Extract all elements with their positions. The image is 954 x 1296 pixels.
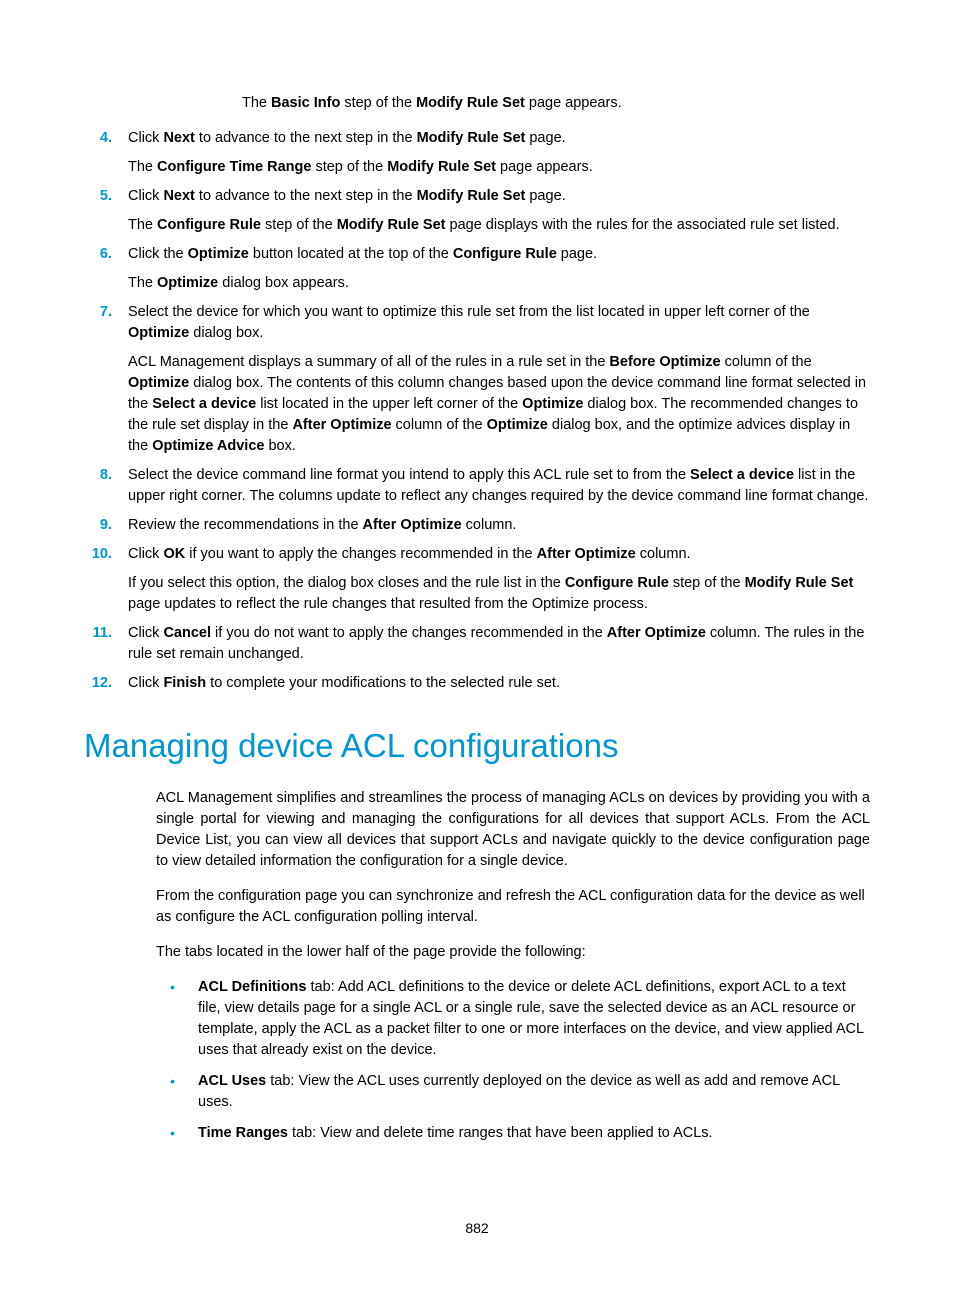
- step-text: Select the device for which you want to …: [128, 302, 870, 344]
- bullet-acl-definitions: ACL Definitions tab: Add ACL definitions…: [156, 977, 870, 1061]
- procedure-steps: 4. Click Next to advance to the next ste…: [84, 128, 870, 694]
- step-text: Click OK if you want to apply the change…: [128, 544, 870, 565]
- step-8: 8. Select the device command line format…: [84, 465, 870, 507]
- step-number: 7.: [84, 302, 112, 323]
- step-7: 7. Select the device for which you want …: [84, 302, 870, 457]
- step-text: The Configure Time Range step of the Mod…: [128, 157, 870, 178]
- intro-paragraph: From the configuration page you can sync…: [156, 886, 870, 928]
- step-text: The Optimize dialog box appears.: [128, 273, 870, 294]
- step-text: Click Cancel if you do not want to apply…: [128, 623, 870, 665]
- step-text: The Configure Rule step of the Modify Ru…: [128, 215, 870, 236]
- step-text: Click Next to advance to the next step i…: [128, 128, 870, 149]
- step-number: 4.: [84, 128, 112, 149]
- step-10: 10. Click OK if you want to apply the ch…: [84, 544, 870, 615]
- step-9: 9. Review the recommendations in the Aft…: [84, 515, 870, 536]
- step-12: 12. Click Finish to complete your modifi…: [84, 673, 870, 694]
- bullet-time-ranges: Time Ranges tab: View and delete time ra…: [156, 1123, 870, 1144]
- step-text: If you select this option, the dialog bo…: [128, 573, 870, 615]
- step-text: ACL Management displays a summary of all…: [128, 352, 870, 457]
- step-number: 11.: [84, 623, 112, 644]
- step-number: 8.: [84, 465, 112, 486]
- step-text: Click Finish to complete your modificati…: [128, 673, 870, 694]
- step-number: 10.: [84, 544, 112, 565]
- step-text: Select the device command line format yo…: [128, 465, 870, 507]
- page-number: 882: [0, 1218, 954, 1238]
- continued-list-preamble: The Basic Info step of the Modify Rule S…: [198, 93, 870, 114]
- step-6: 6. Click the Optimize button located at …: [84, 244, 870, 294]
- step-number: 9.: [84, 515, 112, 536]
- section-intro: ACL Management simplifies and streamline…: [156, 788, 870, 963]
- step-text: Click the Optimize button located at the…: [128, 244, 870, 265]
- step-5: 5. Click Next to advance to the next ste…: [84, 186, 870, 236]
- section-heading: Managing device ACL configurations: [84, 722, 870, 770]
- step-4: 4. Click Next to advance to the next ste…: [84, 128, 870, 178]
- tab-description-list: ACL Definitions tab: Add ACL definitions…: [156, 977, 870, 1144]
- step-text: Review the recommendations in the After …: [128, 515, 870, 536]
- step-number: 5.: [84, 186, 112, 207]
- intro-paragraph: The tabs located in the lower half of th…: [156, 942, 870, 963]
- step-text: Click Next to advance to the next step i…: [128, 186, 870, 207]
- step-number: 12.: [84, 673, 112, 694]
- step-11: 11. Click Cancel if you do not want to a…: [84, 623, 870, 665]
- intro-paragraph: ACL Management simplifies and streamline…: [156, 788, 870, 872]
- bullet-acl-uses: ACL Uses tab: View the ACL uses currentl…: [156, 1071, 870, 1113]
- document-page: The Basic Info step of the Modify Rule S…: [0, 0, 954, 1296]
- step-number: 6.: [84, 244, 112, 265]
- step-pre-text: The Basic Info step of the Modify Rule S…: [242, 93, 870, 114]
